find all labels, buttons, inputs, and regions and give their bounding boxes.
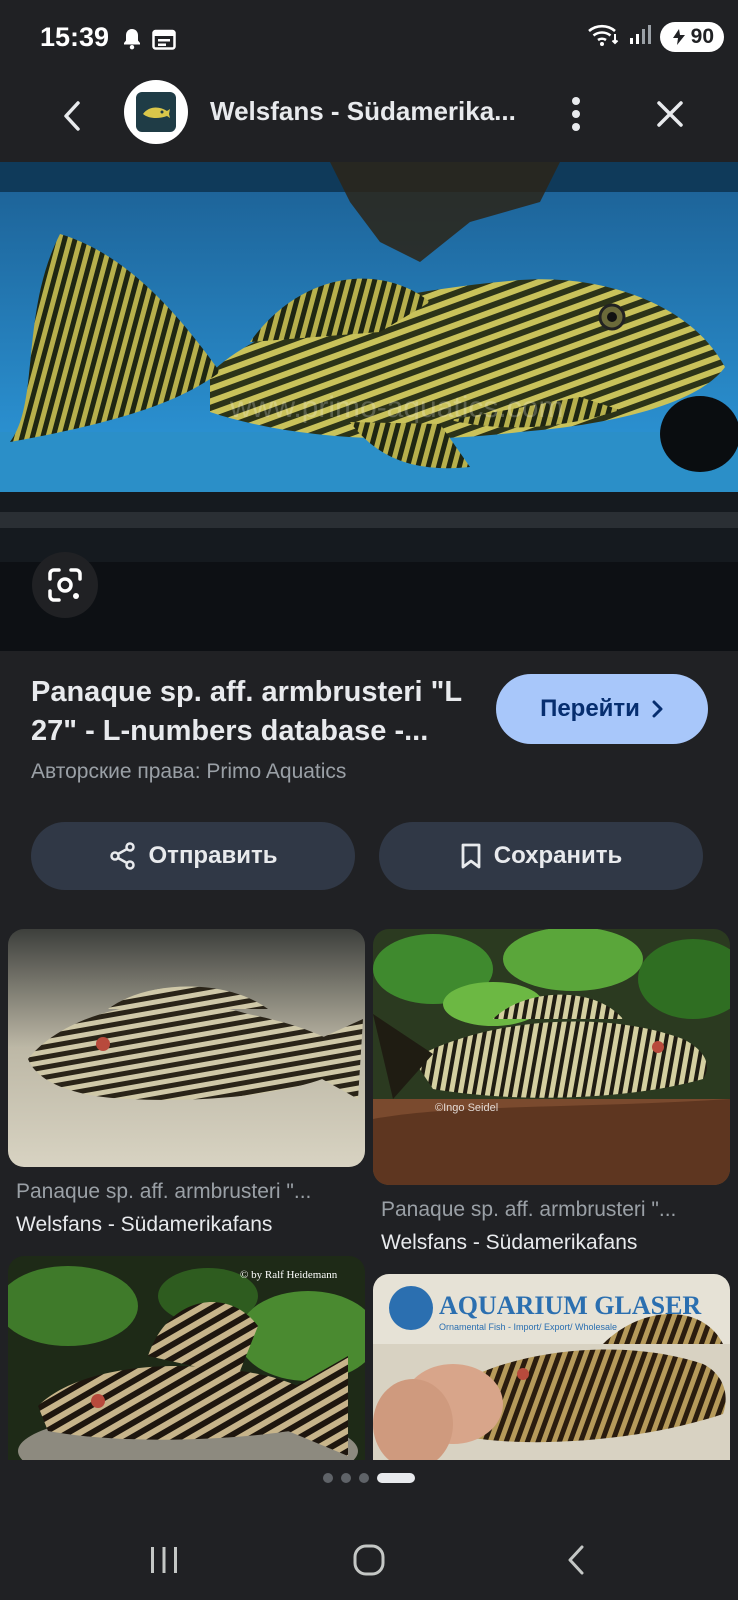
chevron-right-icon bbox=[652, 700, 663, 718]
viewer-topbar: Welsfans - Südamerika... bbox=[0, 78, 738, 162]
site-logo[interactable] bbox=[124, 80, 188, 144]
copyright-text: Авторские права: Primo Aquatics bbox=[31, 760, 347, 783]
related-image-2[interactable]: ©Ingo Seidel bbox=[373, 929, 730, 1185]
related-image-1[interactable] bbox=[8, 929, 365, 1167]
related-watermark-3: © by Ralf Heidemann bbox=[240, 1269, 338, 1281]
recent-apps-button[interactable] bbox=[140, 1540, 188, 1580]
page-dot-active bbox=[377, 1473, 415, 1483]
related-photo-3: © by Ralf Heidemann bbox=[8, 1256, 365, 1460]
visit-button[interactable]: Перейти bbox=[496, 674, 708, 744]
system-back-button[interactable] bbox=[552, 1536, 600, 1584]
related-image-4[interactable]: AQUARIUM GLASER Ornamental Fish - Import… bbox=[373, 1274, 730, 1460]
home-button[interactable] bbox=[345, 1536, 393, 1584]
site-title[interactable]: Welsfans - Südamerika... bbox=[210, 96, 520, 127]
bookmark-icon bbox=[461, 843, 481, 869]
related-watermark-2: ©Ingo Seidel bbox=[435, 1102, 498, 1114]
page-dot bbox=[341, 1473, 351, 1483]
wifi-icon bbox=[587, 23, 620, 52]
result-title[interactable]: Panaque sp. aff. armbrusteri "L 27" - L-… bbox=[31, 673, 471, 751]
related-photo-2: ©Ingo Seidel bbox=[373, 929, 730, 1185]
signal-icon bbox=[628, 24, 652, 51]
related-caption-1[interactable]: Panaque sp. aff. armbrusteri "... bbox=[16, 1180, 311, 1204]
related-source-1[interactable]: Welsfans - Südamerikafans bbox=[16, 1213, 272, 1237]
share-label: Отправить bbox=[148, 842, 278, 869]
related-watermark-4-sub: Ornamental Fish - Import/ Export/ Wholes… bbox=[439, 1322, 617, 1332]
battery-level: 90 bbox=[690, 25, 714, 48]
related-photo-1 bbox=[8, 929, 365, 1167]
back-icon bbox=[568, 1545, 584, 1575]
share-icon bbox=[109, 842, 135, 870]
status-time: 15:39 bbox=[40, 22, 110, 52]
back-arrow-icon bbox=[64, 101, 80, 131]
google-lens-button[interactable] bbox=[32, 552, 98, 618]
pagination-dots bbox=[0, 1473, 738, 1483]
page-dot bbox=[359, 1473, 369, 1483]
google-lens-icon bbox=[48, 568, 82, 602]
visit-button-label: Перейти bbox=[540, 695, 640, 722]
save-button[interactable]: Сохранить bbox=[379, 822, 703, 890]
back-button[interactable] bbox=[48, 92, 96, 140]
related-caption-2[interactable]: Panaque sp. aff. armbrusteri "... bbox=[381, 1198, 676, 1222]
status-bar: 15:39 90 bbox=[0, 0, 738, 78]
related-source-2[interactable]: Welsfans - Südamerikafans bbox=[381, 1231, 637, 1255]
calendar-icon bbox=[152, 28, 176, 55]
hero-watermark: www.primo-aquatics.com bbox=[229, 391, 563, 424]
battery-indicator: 90 bbox=[659, 22, 724, 52]
related-photo-4: AQUARIUM GLASER Ornamental Fish - Import… bbox=[373, 1274, 730, 1460]
more-vert-icon bbox=[572, 97, 580, 131]
recent-apps-icon bbox=[151, 1547, 177, 1573]
share-button[interactable]: Отправить bbox=[31, 822, 355, 890]
more-options-button[interactable] bbox=[552, 88, 600, 140]
related-image-3[interactable]: © by Ralf Heidemann bbox=[8, 1256, 365, 1460]
pleco-photo: www.primo-aquatics.com bbox=[0, 162, 738, 651]
system-nav-bar bbox=[0, 1510, 738, 1600]
home-icon bbox=[353, 1544, 385, 1576]
bell-icon bbox=[122, 28, 142, 55]
close-button[interactable] bbox=[644, 88, 696, 140]
main-image[interactable]: www.primo-aquatics.com bbox=[0, 162, 738, 651]
page-dot bbox=[323, 1473, 333, 1483]
fish-logo-icon bbox=[143, 107, 170, 119]
save-label: Сохранить bbox=[493, 842, 623, 869]
close-icon bbox=[657, 101, 683, 127]
